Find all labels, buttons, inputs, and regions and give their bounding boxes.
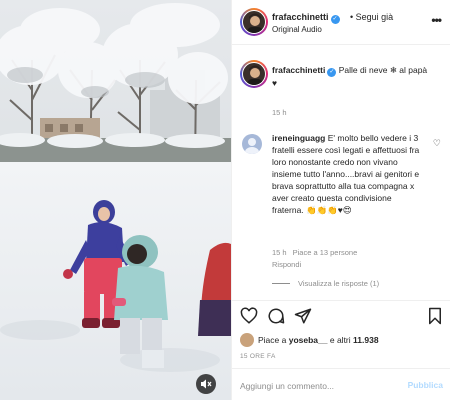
liker-username[interactable]: yoseba__ bbox=[289, 335, 328, 345]
likes-prefix: Piace a bbox=[258, 335, 287, 345]
replies-divider bbox=[272, 283, 290, 284]
share-icon[interactable] bbox=[294, 307, 314, 327]
caption-avatar[interactable] bbox=[240, 60, 268, 88]
following-button[interactable]: • Segui già bbox=[350, 12, 393, 22]
comment-emojis: 👏👏👏♥😍 bbox=[306, 205, 352, 215]
add-comment-bar: Pubblica bbox=[232, 368, 450, 401]
comment-input[interactable] bbox=[240, 379, 400, 393]
likes-count[interactable]: 11.938 bbox=[353, 335, 379, 345]
caption-timestamp[interactable]: 15 h bbox=[272, 108, 287, 117]
caption-username[interactable]: frafacchinetti bbox=[272, 65, 325, 75]
caption-emoji: ♥ bbox=[272, 78, 278, 88]
bookmark-icon[interactable] bbox=[426, 307, 446, 327]
comment-timestamp[interactable]: 15 h bbox=[272, 248, 287, 257]
instagram-post: frafacchinetti ✓ • Segui già Original Aud… bbox=[0, 0, 450, 400]
likes-suffix: e altri bbox=[329, 335, 351, 345]
post-video[interactable] bbox=[0, 0, 231, 400]
publish-button[interactable]: Pubblica bbox=[408, 380, 443, 390]
caption-text: frafacchinetti ✓ Palle di neve ❄ al papà … bbox=[272, 64, 442, 89]
verified-icon: ✓ bbox=[327, 68, 337, 77]
view-replies-button[interactable]: Visualizza le risposte (1) bbox=[272, 279, 379, 288]
verified-icon: ✓ bbox=[330, 15, 340, 24]
caption-body: Palle di neve ❄ al papà bbox=[338, 65, 428, 75]
heart-icon[interactable] bbox=[240, 307, 260, 327]
action-icons bbox=[240, 307, 445, 329]
snow-scene-image bbox=[0, 0, 231, 400]
comment-like-icon[interactable]: ♡ bbox=[433, 138, 441, 149]
post-header: frafacchinetti ✓ • Segui già Original Aud… bbox=[232, 0, 450, 45]
view-replies-label: Visualizza le risposte (1) bbox=[298, 279, 380, 288]
comment-meta: 15 h Piace a 13 persone Rispondi bbox=[272, 247, 447, 271]
more-icon[interactable]: ••• bbox=[431, 13, 442, 27]
volume-muted-icon bbox=[201, 379, 212, 389]
post-sidebar: frafacchinetti ✓ • Segui già Original Aud… bbox=[231, 0, 450, 400]
post-actions: Piace a yoseba__ e altri 11.938 15 ORE F… bbox=[232, 300, 450, 400]
author-avatar[interactable] bbox=[240, 8, 268, 36]
likes-summary[interactable]: Piace a yoseba__ e altri 11.938 bbox=[240, 333, 379, 347]
mute-button[interactable] bbox=[196, 374, 216, 394]
comment-icon[interactable] bbox=[267, 307, 287, 327]
comment-likes[interactable]: Piace a 13 persone bbox=[293, 248, 358, 257]
commenter-avatar[interactable] bbox=[242, 134, 262, 154]
comment-text: ireneinguagg E' molto bello vedere i 3 f… bbox=[272, 132, 422, 216]
commenter-username[interactable]: ireneinguagg bbox=[272, 133, 325, 143]
audio-link[interactable]: Original Audio bbox=[272, 25, 322, 34]
post-date[interactable]: 15 ORE FA bbox=[240, 353, 276, 360]
reply-button[interactable]: Rispondi bbox=[272, 260, 301, 269]
liker-avatar bbox=[240, 333, 254, 347]
comment-body: E' molto bello vedere i 3 fratelli esser… bbox=[272, 133, 420, 215]
author-username[interactable]: frafacchinetti ✓ bbox=[272, 12, 340, 24]
